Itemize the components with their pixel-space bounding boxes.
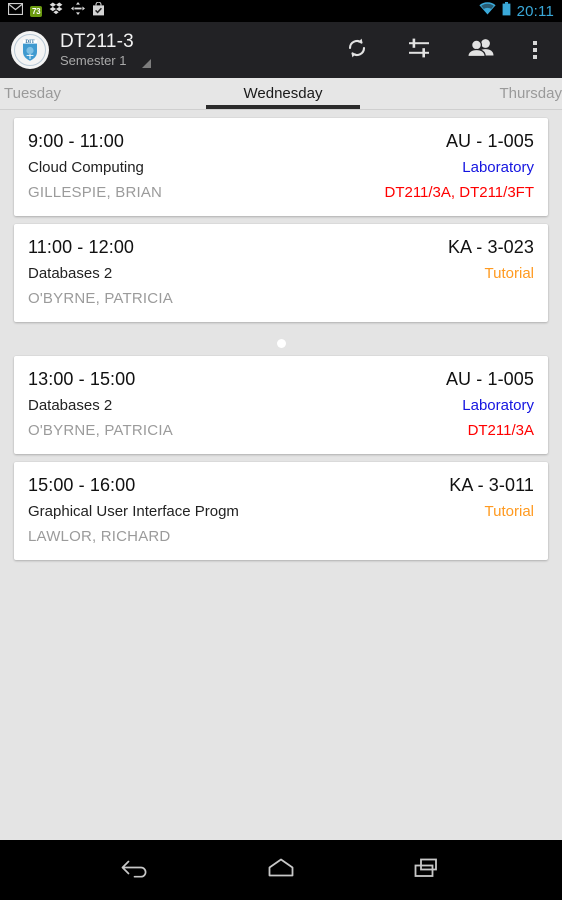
card-right-column: AU - 1-005 Laboratory DT211/3A (446, 366, 534, 443)
overflow-button[interactable] (512, 22, 558, 78)
back-arrow-icon (119, 855, 153, 886)
class-time: 15:00 - 16:00 (28, 475, 136, 495)
tab-wednesday[interactable]: Wednesday (188, 78, 378, 109)
semester-label: Semester 1 (60, 53, 127, 68)
class-type: Tutorial (484, 265, 534, 282)
schedule-card[interactable]: 13:00 - 15:00 Databases 2 O'BYRNE, PATRICI… (14, 356, 548, 454)
class-room: KA - 3-023 (447, 237, 534, 257)
groups-button[interactable] (450, 22, 512, 78)
home-icon (264, 855, 298, 886)
class-groups: DT211/3A, DT211/3FT (384, 184, 534, 201)
refresh-button[interactable] (326, 22, 388, 78)
card-left-column: 9:00 - 11:00 Cloud Computing GILLESPIE, BR… (28, 128, 162, 205)
action-bar-titles[interactable]: DT211-3 Semester 1 (60, 31, 152, 69)
class-module: Databases 2 (28, 397, 113, 414)
card-right-column: KA - 3-011 Tutorial (449, 472, 534, 549)
class-time: 11:00 - 12:00 (28, 237, 135, 257)
tab-tuesday[interactable]: Tuesday (0, 78, 188, 109)
recents-button[interactable] (396, 847, 456, 893)
action-bar: DIT DT211-3 Semester 1 (0, 22, 562, 78)
class-type: Laboratory (462, 397, 534, 414)
refresh-icon (344, 35, 370, 66)
svg-text:DIT: DIT (25, 39, 35, 45)
class-module: Databases 2 (28, 265, 113, 282)
class-room: KA - 3-011 (449, 475, 534, 495)
dropbox-icon (49, 2, 64, 20)
tab-thursday[interactable]: Thursday (378, 78, 562, 109)
card-left-column: 15:00 - 16:00 Graphical User Interface Pr… (28, 472, 239, 549)
wifi-icon (478, 2, 496, 20)
class-module: Cloud Computing (28, 159, 144, 176)
move-icon (71, 2, 86, 20)
class-time: 9:00 - 11:00 (28, 131, 124, 151)
card-right-column: AU - 1-005 Laboratory DT211/3A, DT211/3FT (384, 128, 534, 205)
app-screen: 73 20:11 DIT DT211-3 Semester 1 Tuesday … (0, 0, 562, 900)
class-lecturer: GILLESPIE, BRIAN (28, 184, 163, 201)
status-bar-clock: 20:11 (516, 2, 554, 20)
dropdown-triangle-icon (142, 59, 152, 68)
semester-spinner[interactable]: Semester 1 (60, 53, 152, 69)
tab-label: Wednesday (243, 85, 323, 102)
day-tabs: Tuesday Wednesday Thursday (0, 78, 562, 110)
class-lecturer: O'BYRNE, PATRICIA (28, 422, 173, 439)
free-period-dot-icon (276, 338, 286, 348)
status-bar-system-icons: 20:11 (478, 1, 554, 21)
schedule-card[interactable]: 15:00 - 16:00 Graphical User Interface Pr… (14, 462, 548, 560)
sliders-icon (406, 35, 432, 66)
filter-button[interactable] (388, 22, 450, 78)
home-button[interactable] (251, 847, 311, 893)
class-groups: DT211/3A (467, 422, 534, 439)
page-title: DT211-3 (60, 31, 134, 52)
card-left-column: 13:00 - 15:00 Databases 2 O'BYRNE, PATRICI… (28, 366, 173, 443)
class-time: 13:00 - 15:00 (28, 369, 136, 389)
class-module: Graphical User Interface Progm (28, 503, 239, 520)
tab-label: Thursday (499, 85, 562, 102)
class-type: Laboratory (462, 159, 534, 176)
android-navigation-bar (0, 840, 562, 900)
shopping-bag-check-icon (92, 1, 105, 21)
status-bar-notification-icons: 73 (7, 1, 105, 21)
schedule-card[interactable]: 11:00 - 12:00 Databases 2 O'BYRNE, PATRICI… (14, 224, 548, 322)
battery-icon (502, 1, 511, 21)
action-bar-actions (326, 22, 558, 78)
schedule-scroll-area[interactable]: 9:00 - 11:00 Cloud Computing GILLESPIE, BR… (0, 110, 562, 840)
gmail-icon (7, 2, 24, 20)
free-period-separator (0, 330, 562, 356)
schedule-list: 9:00 - 11:00 Cloud Computing GILLESPIE, BR… (0, 110, 562, 560)
badge-count-icon: 73 (30, 5, 43, 17)
schedule-card[interactable]: 9:00 - 11:00 Cloud Computing GILLESPIE, BR… (14, 118, 548, 216)
status-bar: 73 20:11 (0, 0, 562, 22)
class-lecturer: LAWLOR, RICHARD (28, 528, 171, 545)
class-lecturer: O'BYRNE, PATRICIA (28, 290, 173, 307)
card-left-column: 11:00 - 12:00 Databases 2 O'BYRNE, PATRICI… (28, 234, 173, 311)
overflow-menu-icon (533, 41, 537, 59)
people-icon (467, 35, 495, 66)
back-button[interactable] (106, 847, 166, 893)
class-room: AU - 1-005 (445, 131, 534, 151)
dit-crest-logo[interactable]: DIT (10, 30, 50, 70)
card-right-column: KA - 3-023 Tutorial (448, 234, 534, 311)
tab-active-indicator (206, 105, 360, 109)
recents-icon (409, 855, 443, 886)
class-type: Tutorial (484, 503, 534, 520)
class-room: AU - 1-005 (445, 369, 534, 389)
tab-label: Tuesday (4, 85, 61, 102)
